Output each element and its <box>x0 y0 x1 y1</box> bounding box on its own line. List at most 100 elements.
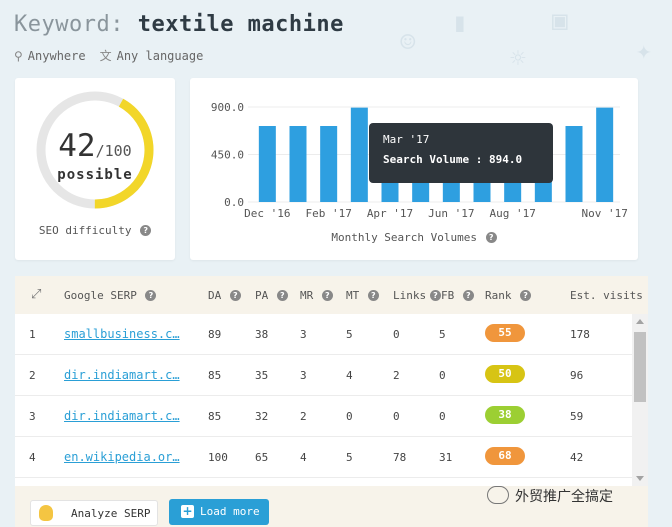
watermark-text: 外贸推广全搞定 <box>515 489 613 505</box>
chart-x-label: Monthly Search Volumes <box>331 231 478 244</box>
table-row[interactable]: 1 smallbusiness.c… 89 38 3 5 0 5 55 178 <box>15 314 648 355</box>
rank-cell: 55 <box>485 324 525 342</box>
pa-value: 38 <box>255 328 269 341</box>
scroll-down-arrow-icon[interactable] <box>636 476 644 481</box>
mt-value: 5 <box>346 328 353 341</box>
help-icon[interactable]: ? <box>520 290 532 301</box>
help-icon[interactable]: ? <box>485 232 497 243</box>
seo-difficulty-card: 42/100 possible SEO difficulty ? <box>15 78 175 260</box>
fb-value: 0 <box>439 410 446 423</box>
mt-value: 4 <box>346 369 353 382</box>
pa-value: 65 <box>255 451 269 464</box>
mr-value: 4 <box>300 451 307 464</box>
table-scrollbar[interactable] <box>632 314 648 486</box>
serp-url-link[interactable]: smallbusiness.c… <box>64 327 180 341</box>
fb-value: 31 <box>439 451 453 464</box>
rank-badge: 50 <box>485 365 525 383</box>
table-header: ⤢ Google SERP ? DA ? PA ? MR ? MT ? Link… <box>15 276 648 314</box>
rank-badge: 38 <box>485 406 525 424</box>
seo-score: 42/100 <box>15 128 175 164</box>
background-person-icon: ☺ <box>400 28 416 58</box>
serp-url-link[interactable]: en.wikipedia.or… <box>64 450 180 464</box>
location-label: Anywhere <box>27 48 86 63</box>
col-label: PA <box>255 289 269 302</box>
load-more-label: Load more <box>200 505 260 518</box>
help-icon[interactable]: ? <box>229 290 241 301</box>
col-est-visits: Est. visits <box>570 289 643 302</box>
mr-value: 3 <box>300 369 307 382</box>
col-label: FB <box>441 289 455 302</box>
da-value: 85 <box>208 369 222 382</box>
rank-badge: 68 <box>485 447 525 465</box>
help-icon[interactable]: ? <box>321 290 333 301</box>
col-links: Links <box>393 289 426 302</box>
bar <box>258 126 276 202</box>
col-label: MT <box>346 289 360 302</box>
seo-difficulty-label: SEO difficulty <box>38 224 132 237</box>
pa-value: 35 <box>255 369 269 382</box>
row-number: 4 <box>29 451 36 464</box>
language-label: Any language <box>116 49 204 63</box>
x-tick-label: Apr '17 <box>367 207 413 220</box>
col-mr: MR ? <box>300 289 333 302</box>
page-header: Keyword: textile machine ⚲ Anywhere 文 Any … <box>14 12 344 64</box>
rank-cell: 50 <box>485 365 525 383</box>
table-row[interactable]: 4 en.wikipedia.or… 100 65 4 5 78 31 68 4… <box>15 437 648 478</box>
help-icon[interactable]: ? <box>140 225 152 236</box>
keyword-label: Keyword: <box>14 12 124 37</box>
rank-cell: 68 <box>485 447 525 465</box>
background-sun-icon: ☼ <box>510 44 526 74</box>
help-icon[interactable]: ? <box>367 290 379 301</box>
help-icon[interactable]: ? <box>462 290 474 301</box>
fb-value: 0 <box>439 369 446 382</box>
serp-url-link[interactable]: dir.indiamart.c… <box>64 409 180 423</box>
tooltip-title: Mar '17 <box>383 133 430 146</box>
bar <box>320 126 338 202</box>
translate-icon: 文 <box>99 49 112 63</box>
col-label: MR <box>300 289 314 302</box>
table-row[interactable]: 3 dir.indiamart.c… 85 32 2 0 0 0 38 59 <box>15 396 648 437</box>
background-chart-icon: ▮ <box>452 8 468 38</box>
rank-cell: 38 <box>485 406 525 424</box>
col-label: DA <box>208 289 222 302</box>
chart-caption: Monthly Search Volumes ? <box>190 231 638 244</box>
visits-value: 42 <box>570 451 584 464</box>
analyze-serp-button[interactable]: Analyze SERP <box>30 500 158 526</box>
help-icon[interactable]: ? <box>276 290 288 301</box>
page-title: Keyword: textile machine <box>14 12 344 37</box>
location-filter[interactable]: ⚲ Anywhere <box>14 49 86 63</box>
col-label: Links <box>393 289 427 302</box>
scroll-up-arrow-icon[interactable] <box>636 319 644 324</box>
col-da: DA ? <box>208 289 241 302</box>
bar <box>565 126 583 202</box>
scrollbar-thumb[interactable] <box>634 332 646 402</box>
rank-badge: 55 <box>485 324 525 342</box>
seo-difficulty-word: possible <box>57 167 133 183</box>
mr-value: 2 <box>300 410 307 423</box>
watermark: 外贸推广全搞定 <box>487 486 613 506</box>
expand-icon[interactable]: ⤢ <box>31 287 41 302</box>
links-value: 0 <box>393 328 400 341</box>
da-value: 85 <box>208 410 222 423</box>
language-filter[interactable]: 文 Any language <box>100 47 204 64</box>
serp-url-link[interactable]: dir.indiamart.c… <box>64 368 180 382</box>
row-number: 1 <box>29 328 36 341</box>
col-label: Rank <box>485 289 512 302</box>
keyword-value: textile machine <box>137 12 344 37</box>
visits-value: 178 <box>570 328 590 341</box>
table-row[interactable]: 2 dir.indiamart.c… 85 35 3 4 2 0 50 96 <box>15 355 648 396</box>
load-more-button[interactable]: + Load more <box>169 499 269 525</box>
row-number: 2 <box>29 369 36 382</box>
col-mt: MT ? <box>346 289 379 302</box>
search-filters: ⚲ Anywhere 文 Any language <box>14 47 344 64</box>
fb-value: 5 <box>439 328 446 341</box>
seo-difficulty-label-row: SEO difficulty ? <box>15 224 175 237</box>
y-tick-label: 0.0 <box>224 196 244 209</box>
col-rank: Rank ? <box>485 289 532 302</box>
help-icon[interactable]: ? <box>430 290 441 301</box>
col-pa: PA ? <box>255 289 288 302</box>
mr-value: 3 <box>300 328 307 341</box>
x-tick-label: Aug '17 <box>489 207 535 220</box>
help-icon[interactable]: ? <box>145 290 157 301</box>
col-fb: ? FB ? <box>428 289 474 302</box>
